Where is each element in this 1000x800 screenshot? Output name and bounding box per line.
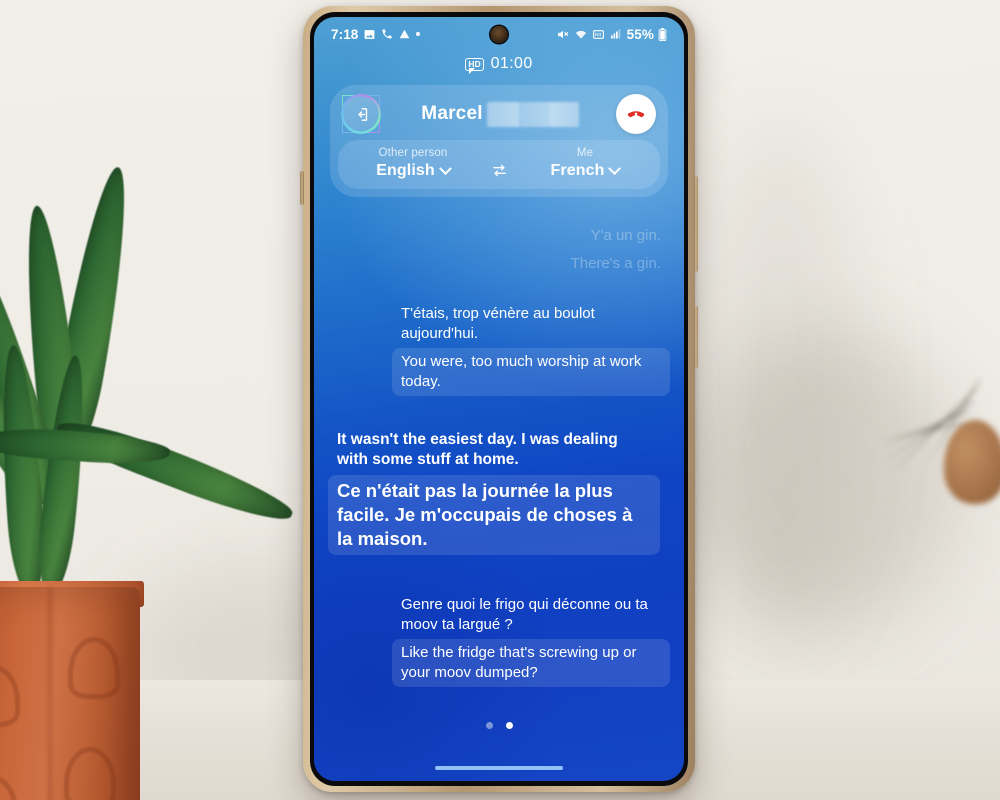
smartphone: 7:18 55% HD 01:00 Marcel Other person En… xyxy=(300,6,698,792)
call-header-top: Marcel xyxy=(338,92,660,136)
me-label: Me xyxy=(576,147,594,159)
call-duration-bar: HD 01:00 xyxy=(314,55,684,74)
battery-percent: 55% xyxy=(626,26,654,42)
message-translated-text: Like the fridge that's screwing up or yo… xyxy=(392,638,670,687)
contact-name: Marcel xyxy=(421,103,483,124)
transcript-message: Y'a un gin. There's a gin. xyxy=(418,222,670,278)
decor-bud xyxy=(944,420,1000,504)
other-person-language-dropdown[interactable]: English xyxy=(376,161,452,180)
status-bar-left: 7:18 xyxy=(331,26,421,42)
call-timer: 01:00 xyxy=(490,55,533,72)
front-camera xyxy=(490,26,508,43)
transcript-message: It wasn't the easiest day. I was dealing… xyxy=(328,426,660,555)
potted-plant xyxy=(0,163,320,800)
contact-surname-redacted xyxy=(486,101,579,127)
drive-icon xyxy=(398,28,411,41)
battery-icon xyxy=(658,27,667,41)
plant-leaf-long xyxy=(52,409,298,531)
end-call-icon[interactable] xyxy=(616,94,656,134)
message-source-text: Y'a un gin. xyxy=(590,227,661,244)
other-person-language-value: English xyxy=(376,162,435,179)
dot-icon xyxy=(416,32,421,36)
language-other-person: Other person English xyxy=(344,147,482,180)
transcript-message: Genre quoi le frigo qui déconne ou ta mo… xyxy=(392,591,670,687)
page-indicator xyxy=(314,722,684,729)
mute-icon xyxy=(556,28,570,41)
message-translated-text: There's a gin. xyxy=(570,254,661,272)
page-dot-2[interactable] xyxy=(505,722,513,729)
signal-icon xyxy=(609,28,623,40)
message-source-text: Genre quoi le frigo qui déconne ou ta mo… xyxy=(401,595,648,633)
page-dot-1[interactable] xyxy=(485,722,493,729)
power-button[interactable] xyxy=(694,306,698,368)
chevron-down-icon xyxy=(608,161,622,175)
transcript-message: T'étais, trop vénère au boulot aujourd'h… xyxy=(392,300,670,396)
phone-icon xyxy=(381,28,393,40)
language-me: Me French xyxy=(516,147,654,180)
wifi-calling-icon xyxy=(574,28,588,41)
status-bar-right: 55% xyxy=(556,27,667,42)
message-translated-text: Ce n'était pas la journée la plus facile… xyxy=(328,474,660,555)
message-translated-text: You were, too much worship at work today… xyxy=(392,347,670,396)
phone-bezel: 7:18 55% HD 01:00 Marcel Other person En… xyxy=(310,12,688,786)
image-icon xyxy=(363,28,376,41)
wall-shadow xyxy=(700,120,860,640)
message-source-text: It wasn't the easiest day. I was dealing… xyxy=(337,430,618,469)
exit-icon[interactable] xyxy=(342,95,380,133)
phone-screen: 7:18 55% HD 01:00 Marcel Other person En… xyxy=(314,17,684,781)
me-language-value: French xyxy=(550,162,605,179)
other-person-label: Other person xyxy=(378,147,448,159)
hd-badge: HD xyxy=(465,57,484,74)
contact-identity: Marcel xyxy=(384,101,616,127)
swap-arrows-icon[interactable] xyxy=(482,148,516,179)
call-header-card: Marcel Other person English Me French xyxy=(330,85,668,197)
home-indicator[interactable] xyxy=(435,766,563,770)
me-language-dropdown[interactable]: French xyxy=(550,161,622,180)
message-source-text: T'étais, trop vénère au boulot aujourd'h… xyxy=(401,304,595,342)
volume-button[interactable] xyxy=(694,176,698,272)
pot-edge xyxy=(48,587,52,800)
volte-icon xyxy=(592,28,605,41)
photo-scene: 7:18 55% HD 01:00 Marcel Other person En… xyxy=(0,0,1000,800)
blurred-decor-object xyxy=(844,260,1000,590)
language-selector-row: Other person English Me French xyxy=(338,140,660,189)
status-time: 7:18 xyxy=(331,26,359,42)
live-translate-transcript[interactable]: Y'a un gin. There's a gin. T'étais, trop… xyxy=(314,222,684,687)
chevron-down-icon xyxy=(438,161,452,175)
sim-tray xyxy=(300,171,304,205)
